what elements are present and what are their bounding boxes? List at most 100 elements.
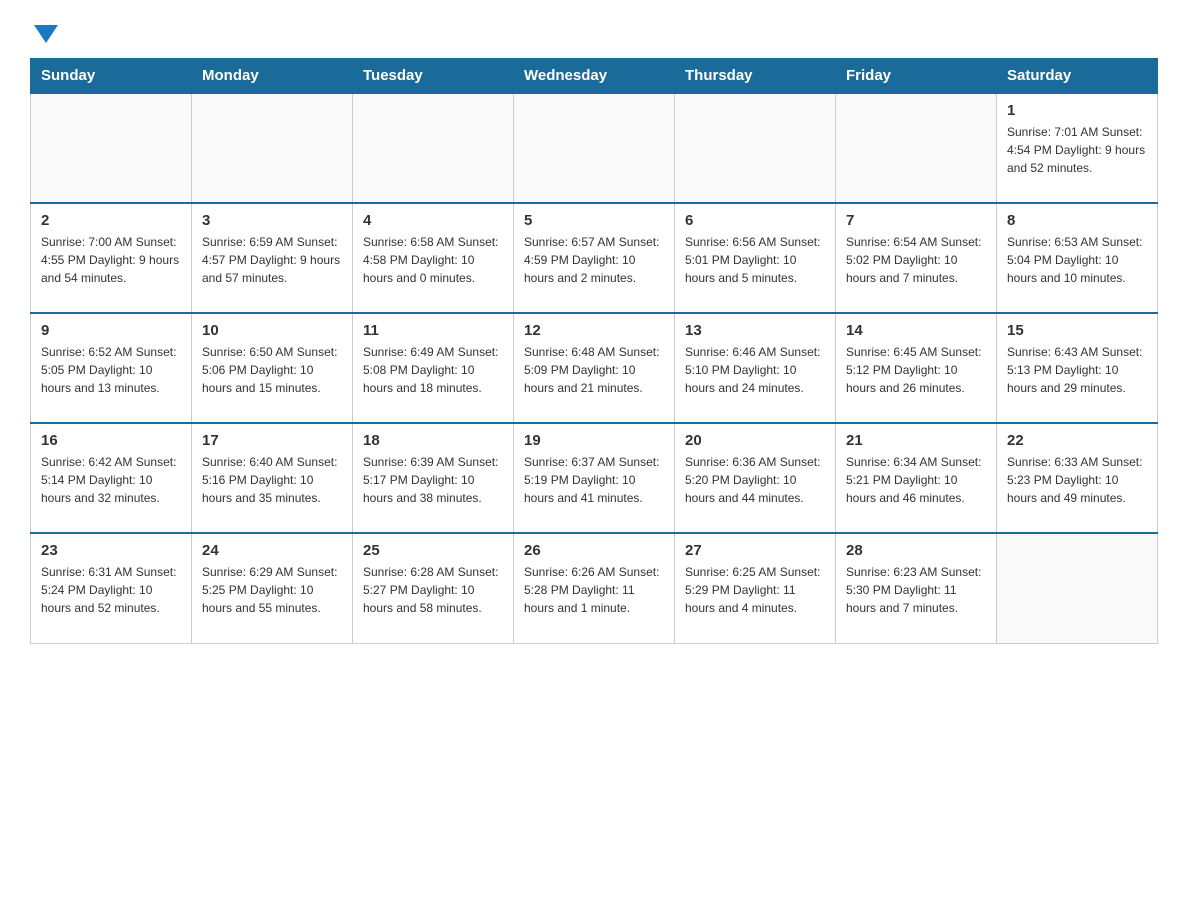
day-info: Sunrise: 6:34 AM Sunset: 5:21 PM Dayligh… — [846, 453, 986, 507]
day-info: Sunrise: 6:56 AM Sunset: 5:01 PM Dayligh… — [685, 233, 825, 287]
calendar-cell: 24 Sunrise: 6:29 AM Sunset: 5:25 PM Dayli… — [192, 533, 353, 643]
calendar-cell: 20 Sunrise: 6:36 AM Sunset: 5:20 PM Dayli… — [675, 423, 836, 533]
calendar-cell: 4 Sunrise: 6:58 AM Sunset: 4:58 PM Daylig… — [353, 203, 514, 313]
day-number: 16 — [41, 432, 181, 449]
day-number: 25 — [363, 542, 503, 559]
day-number: 12 — [524, 322, 664, 339]
day-info: Sunrise: 6:50 AM Sunset: 5:06 PM Dayligh… — [202, 343, 342, 397]
day-info: Sunrise: 6:40 AM Sunset: 5:16 PM Dayligh… — [202, 453, 342, 507]
day-number: 21 — [846, 432, 986, 449]
calendar-cell: 2 Sunrise: 7:00 AM Sunset: 4:55 PM Daylig… — [31, 203, 192, 313]
day-info: Sunrise: 6:25 AM Sunset: 5:29 PM Dayligh… — [685, 563, 825, 617]
day-info: Sunrise: 6:39 AM Sunset: 5:17 PM Dayligh… — [363, 453, 503, 507]
calendar-cell: 13Sunrise: 6:46 AM Sunset: 5:10 PM Dayli… — [675, 313, 836, 423]
calendar-cell: 25 Sunrise: 6:28 AM Sunset: 5:27 PM Dayli… — [353, 533, 514, 643]
calendar-table: SundayMondayTuesdayWednesdayThursdayFrid… — [30, 58, 1158, 644]
day-number: 2 — [41, 212, 181, 229]
calendar-cell — [514, 93, 675, 203]
calendar-cell — [192, 93, 353, 203]
day-info: Sunrise: 6:31 AM Sunset: 5:24 PM Dayligh… — [41, 563, 181, 617]
day-number: 20 — [685, 432, 825, 449]
calendar-cell: 21 Sunrise: 6:34 AM Sunset: 5:21 PM Dayli… — [836, 423, 997, 533]
day-number: 13 — [685, 322, 825, 339]
calendar-cell: 3 Sunrise: 6:59 AM Sunset: 4:57 PM Daylig… — [192, 203, 353, 313]
day-number: 10 — [202, 322, 342, 339]
day-info: Sunrise: 6:28 AM Sunset: 5:27 PM Dayligh… — [363, 563, 503, 617]
calendar-cell — [31, 93, 192, 203]
day-number: 5 — [524, 212, 664, 229]
day-info: Sunrise: 6:42 AM Sunset: 5:14 PM Dayligh… — [41, 453, 181, 507]
day-number: 14 — [846, 322, 986, 339]
day-info: Sunrise: 6:26 AM Sunset: 5:28 PM Dayligh… — [524, 563, 664, 617]
day-info: Sunrise: 6:48 AM Sunset: 5:09 PM Dayligh… — [524, 343, 664, 397]
day-number: 27 — [685, 542, 825, 559]
day-info: Sunrise: 6:57 AM Sunset: 4:59 PM Dayligh… — [524, 233, 664, 287]
page-header — [30, 20, 1158, 48]
week-row-5: 23 Sunrise: 6:31 AM Sunset: 5:24 PM Dayli… — [31, 533, 1158, 643]
calendar-cell: 17 Sunrise: 6:40 AM Sunset: 5:16 PM Dayli… — [192, 423, 353, 533]
calendar-cell: 7 Sunrise: 6:54 AM Sunset: 5:02 PM Daylig… — [836, 203, 997, 313]
weekday-header-monday: Monday — [192, 59, 353, 94]
day-info: Sunrise: 6:36 AM Sunset: 5:20 PM Dayligh… — [685, 453, 825, 507]
weekday-header-saturday: Saturday — [997, 59, 1158, 94]
day-info: Sunrise: 7:00 AM Sunset: 4:55 PM Dayligh… — [41, 233, 181, 287]
day-number: 15 — [1007, 322, 1147, 339]
logo-triangle-icon — [34, 25, 58, 43]
day-number: 28 — [846, 542, 986, 559]
day-number: 6 — [685, 212, 825, 229]
day-number: 23 — [41, 542, 181, 559]
day-info: Sunrise: 6:49 AM Sunset: 5:08 PM Dayligh… — [363, 343, 503, 397]
day-number: 9 — [41, 322, 181, 339]
calendar-cell — [836, 93, 997, 203]
calendar-cell: 1 Sunrise: 7:01 AM Sunset: 4:54 PM Daylig… — [997, 93, 1158, 203]
day-number: 22 — [1007, 432, 1147, 449]
day-number: 19 — [524, 432, 664, 449]
weekday-header-thursday: Thursday — [675, 59, 836, 94]
calendar-cell: 14Sunrise: 6:45 AM Sunset: 5:12 PM Dayli… — [836, 313, 997, 423]
calendar-cell: 6 Sunrise: 6:56 AM Sunset: 5:01 PM Daylig… — [675, 203, 836, 313]
day-info: Sunrise: 6:59 AM Sunset: 4:57 PM Dayligh… — [202, 233, 342, 287]
calendar-cell: 23 Sunrise: 6:31 AM Sunset: 5:24 PM Dayli… — [31, 533, 192, 643]
calendar-cell: 15 Sunrise: 6:43 AM Sunset: 5:13 PM Dayli… — [997, 313, 1158, 423]
day-info: Sunrise: 6:54 AM Sunset: 5:02 PM Dayligh… — [846, 233, 986, 287]
calendar-cell — [675, 93, 836, 203]
logo — [30, 20, 58, 48]
calendar-cell: 9Sunrise: 6:52 AM Sunset: 5:05 PM Daylig… — [31, 313, 192, 423]
day-number: 7 — [846, 212, 986, 229]
week-row-1: 1 Sunrise: 7:01 AM Sunset: 4:54 PM Daylig… — [31, 93, 1158, 203]
day-number: 24 — [202, 542, 342, 559]
calendar-cell: 28Sunrise: 6:23 AM Sunset: 5:30 PM Dayli… — [836, 533, 997, 643]
day-info: Sunrise: 6:53 AM Sunset: 5:04 PM Dayligh… — [1007, 233, 1147, 287]
day-number: 8 — [1007, 212, 1147, 229]
calendar-cell: 8 Sunrise: 6:53 AM Sunset: 5:04 PM Daylig… — [997, 203, 1158, 313]
day-number: 3 — [202, 212, 342, 229]
calendar-header-row: SundayMondayTuesdayWednesdayThursdayFrid… — [31, 59, 1158, 94]
day-info: Sunrise: 6:33 AM Sunset: 5:23 PM Dayligh… — [1007, 453, 1147, 507]
calendar-cell: 18 Sunrise: 6:39 AM Sunset: 5:17 PM Dayli… — [353, 423, 514, 533]
day-number: 4 — [363, 212, 503, 229]
weekday-header-wednesday: Wednesday — [514, 59, 675, 94]
weekday-header-friday: Friday — [836, 59, 997, 94]
calendar-cell: 10 Sunrise: 6:50 AM Sunset: 5:06 PM Dayli… — [192, 313, 353, 423]
calendar-cell: 12 Sunrise: 6:48 AM Sunset: 5:09 PM Dayli… — [514, 313, 675, 423]
calendar-cell — [997, 533, 1158, 643]
weekday-header-tuesday: Tuesday — [353, 59, 514, 94]
day-info: Sunrise: 6:37 AM Sunset: 5:19 PM Dayligh… — [524, 453, 664, 507]
day-info: Sunrise: 6:43 AM Sunset: 5:13 PM Dayligh… — [1007, 343, 1147, 397]
day-number: 18 — [363, 432, 503, 449]
day-info: Sunrise: 6:58 AM Sunset: 4:58 PM Dayligh… — [363, 233, 503, 287]
logo-general-text — [30, 20, 58, 48]
calendar-cell: 16 Sunrise: 6:42 AM Sunset: 5:14 PM Dayli… — [31, 423, 192, 533]
week-row-3: 9Sunrise: 6:52 AM Sunset: 5:05 PM Daylig… — [31, 313, 1158, 423]
day-info: Sunrise: 7:01 AM Sunset: 4:54 PM Dayligh… — [1007, 123, 1147, 177]
calendar-cell: 27 Sunrise: 6:25 AM Sunset: 5:29 PM Dayli… — [675, 533, 836, 643]
calendar-cell: 22 Sunrise: 6:33 AM Sunset: 5:23 PM Dayli… — [997, 423, 1158, 533]
calendar-cell: 5 Sunrise: 6:57 AM Sunset: 4:59 PM Daylig… — [514, 203, 675, 313]
day-number: 1 — [1007, 102, 1147, 119]
day-number: 11 — [363, 322, 503, 339]
day-number: 26 — [524, 542, 664, 559]
calendar-cell: 11 Sunrise: 6:49 AM Sunset: 5:08 PM Dayli… — [353, 313, 514, 423]
day-number: 17 — [202, 432, 342, 449]
calendar-cell: 19 Sunrise: 6:37 AM Sunset: 5:19 PM Dayli… — [514, 423, 675, 533]
day-info: Sunrise: 6:29 AM Sunset: 5:25 PM Dayligh… — [202, 563, 342, 617]
